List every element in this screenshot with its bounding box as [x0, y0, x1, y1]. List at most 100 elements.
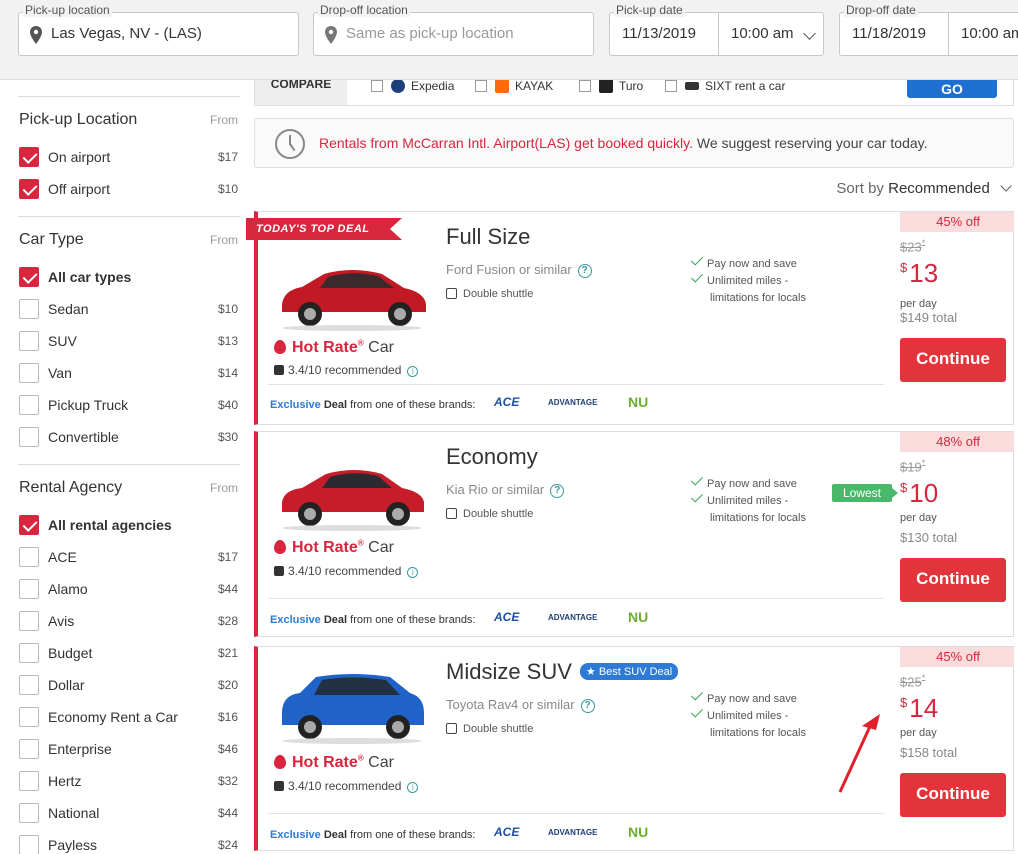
checkbox[interactable] [19, 395, 39, 415]
continue-button[interactable]: Continue [900, 338, 1006, 382]
hot-rate-car-text: Car [368, 754, 394, 771]
filter-option[interactable]: Pickup Truck $40 [18, 395, 240, 417]
pickup-location-label: Pick-up location [23, 3, 112, 17]
checkbox[interactable] [665, 80, 677, 92]
dropoff-date-input[interactable]: 11/18/2019 [852, 25, 926, 42]
pickup-location-field[interactable]: Pick-up location Las Vegas, NV - (LAS) [18, 3, 299, 56]
daily-price: $14 [900, 693, 938, 724]
car-class-title-row: Midsize SUV ★ Best SUV Deal [446, 659, 679, 685]
filter-option[interactable]: Convertible $30 [18, 427, 240, 449]
filter-option[interactable]: Off airport $10 [18, 179, 240, 201]
dropoff-location-input[interactable]: Same as pick-up location [346, 25, 514, 42]
filter-option[interactable]: Payless $24 [18, 835, 240, 854]
checkbox[interactable] [19, 267, 39, 287]
search-bar: Pick-up location Las Vegas, NV - (LAS) D… [0, 0, 1018, 80]
hot-rate-text: Hot Rate [292, 539, 358, 556]
dropoff-location-field[interactable]: Drop-off location Same as pick-up locati… [313, 3, 594, 56]
filter-option[interactable]: National $44 [18, 803, 240, 825]
total-price: $149 total [900, 310, 958, 325]
checkbox[interactable] [19, 547, 39, 567]
checkbox[interactable] [19, 427, 39, 447]
dropoff-date-field[interactable]: Drop-off date 11/18/2019 10:00 am [839, 3, 1018, 56]
filter-option[interactable]: ACE $17 [18, 547, 240, 569]
checkbox[interactable] [19, 707, 39, 727]
car-image [282, 270, 426, 331]
filter-option[interactable]: Avis $28 [18, 611, 240, 633]
filter-option[interactable]: All rental agencies [18, 515, 240, 537]
checkbox[interactable] [19, 611, 39, 631]
original-price-text: $23 [900, 239, 922, 255]
original-price-text: $25 [900, 674, 922, 690]
checkbox[interactable] [371, 80, 383, 92]
continue-button[interactable]: Continue [900, 558, 1006, 602]
pickup-time-select[interactable]: 10:00 am [718, 13, 824, 55]
checkbox[interactable] [19, 739, 39, 759]
chevron-down-icon [803, 27, 816, 40]
daily-price: $10 [900, 478, 938, 509]
filter-option[interactable]: SUV $13 [18, 331, 240, 353]
divider [268, 813, 884, 814]
filter-option[interactable]: All car types [18, 267, 240, 289]
sort-value: Recommended [888, 180, 990, 197]
checkbox[interactable] [19, 771, 39, 791]
info-icon[interactable]: i [407, 782, 419, 793]
filter-option[interactable]: Budget $21 [18, 643, 240, 665]
sort-dropdown[interactable]: Sort by Recommended [836, 180, 1012, 197]
filter-option[interactable]: Dollar $20 [18, 675, 240, 697]
nu-logo-icon: NU [628, 609, 649, 625]
continue-button[interactable]: Continue [900, 773, 1006, 817]
filter-option[interactable]: Hertz $32 [18, 771, 240, 793]
rating-text: 3.4/10 recommended [288, 564, 402, 578]
checkbox[interactable] [475, 80, 487, 92]
help-icon[interactable]: ? [577, 264, 592, 278]
bus-icon [446, 288, 457, 299]
checkbox[interactable] [19, 363, 39, 383]
filter-option[interactable]: Enterprise $46 [18, 739, 240, 761]
info-icon[interactable]: i [407, 366, 419, 377]
pickup-location-filter: Pick-up Location From On airport $17 Off… [18, 96, 240, 216]
deal-text: from one of these brands: [350, 829, 476, 841]
checkbox[interactable] [19, 579, 39, 599]
filter-label: Dollar [48, 677, 85, 693]
filter-label: Pickup Truck [48, 397, 129, 413]
checkbox[interactable] [19, 331, 39, 351]
car-class-title: Economy [446, 444, 538, 469]
checkbox[interactable] [19, 299, 39, 319]
dropoff-time-select[interactable]: 10:00 am [948, 13, 1018, 55]
pickup-date-field[interactable]: Pick-up date 11/13/2019 10:00 am [609, 3, 824, 56]
checkbox[interactable] [19, 803, 39, 823]
pickup-date-input[interactable]: 11/13/2019 [622, 25, 696, 42]
car-image [282, 470, 424, 531]
info-icon[interactable]: i [407, 567, 419, 578]
help-icon[interactable]: ? [580, 699, 595, 713]
filter-label: Economy Rent a Car [48, 709, 178, 725]
top-deal-ribbon: TODAY'S TOP DEAL [246, 218, 402, 240]
checkbox[interactable] [19, 675, 39, 695]
filter-price: $17 [217, 550, 238, 564]
features-list: Pay now and save Unlimited miles - limit… [690, 473, 806, 527]
result-card: Midsize SUV ★ Best SUV Deal Toyota Rav4 o… [254, 646, 1014, 851]
checkbox[interactable] [19, 515, 39, 535]
turo-logo-icon [599, 80, 613, 93]
car-model-text: Kia Rio or similar [446, 482, 545, 497]
filter-option[interactable]: Economy Rent a Car $16 [18, 707, 240, 729]
checkbox[interactable] [579, 80, 591, 92]
go-button[interactable]: GO [907, 80, 997, 98]
checkbox[interactable] [19, 643, 39, 663]
checkbox[interactable] [19, 147, 39, 167]
filter-group-title: Car Type [19, 231, 84, 248]
feature-text: Pay now and save [707, 258, 797, 270]
pickup-location-input[interactable]: Las Vegas, NV - (LAS) [51, 25, 202, 42]
checkbox[interactable] [19, 179, 39, 199]
checkbox[interactable] [19, 835, 39, 854]
original-price: $19* [900, 458, 926, 475]
filter-option[interactable]: Alamo $44 [18, 579, 240, 601]
price-column: 45% off $23* $13 per day $149 total Cont… [900, 212, 1014, 424]
filter-label: Avis [48, 613, 75, 629]
filter-option[interactable]: Van $14 [18, 363, 240, 385]
filter-option[interactable]: Sedan $10 [18, 299, 240, 321]
deal-label: Deal [323, 614, 348, 626]
filter-option[interactable]: On airport $17 [18, 147, 240, 169]
help-icon[interactable]: ? [550, 484, 565, 498]
filter-price: $24 [217, 838, 238, 852]
